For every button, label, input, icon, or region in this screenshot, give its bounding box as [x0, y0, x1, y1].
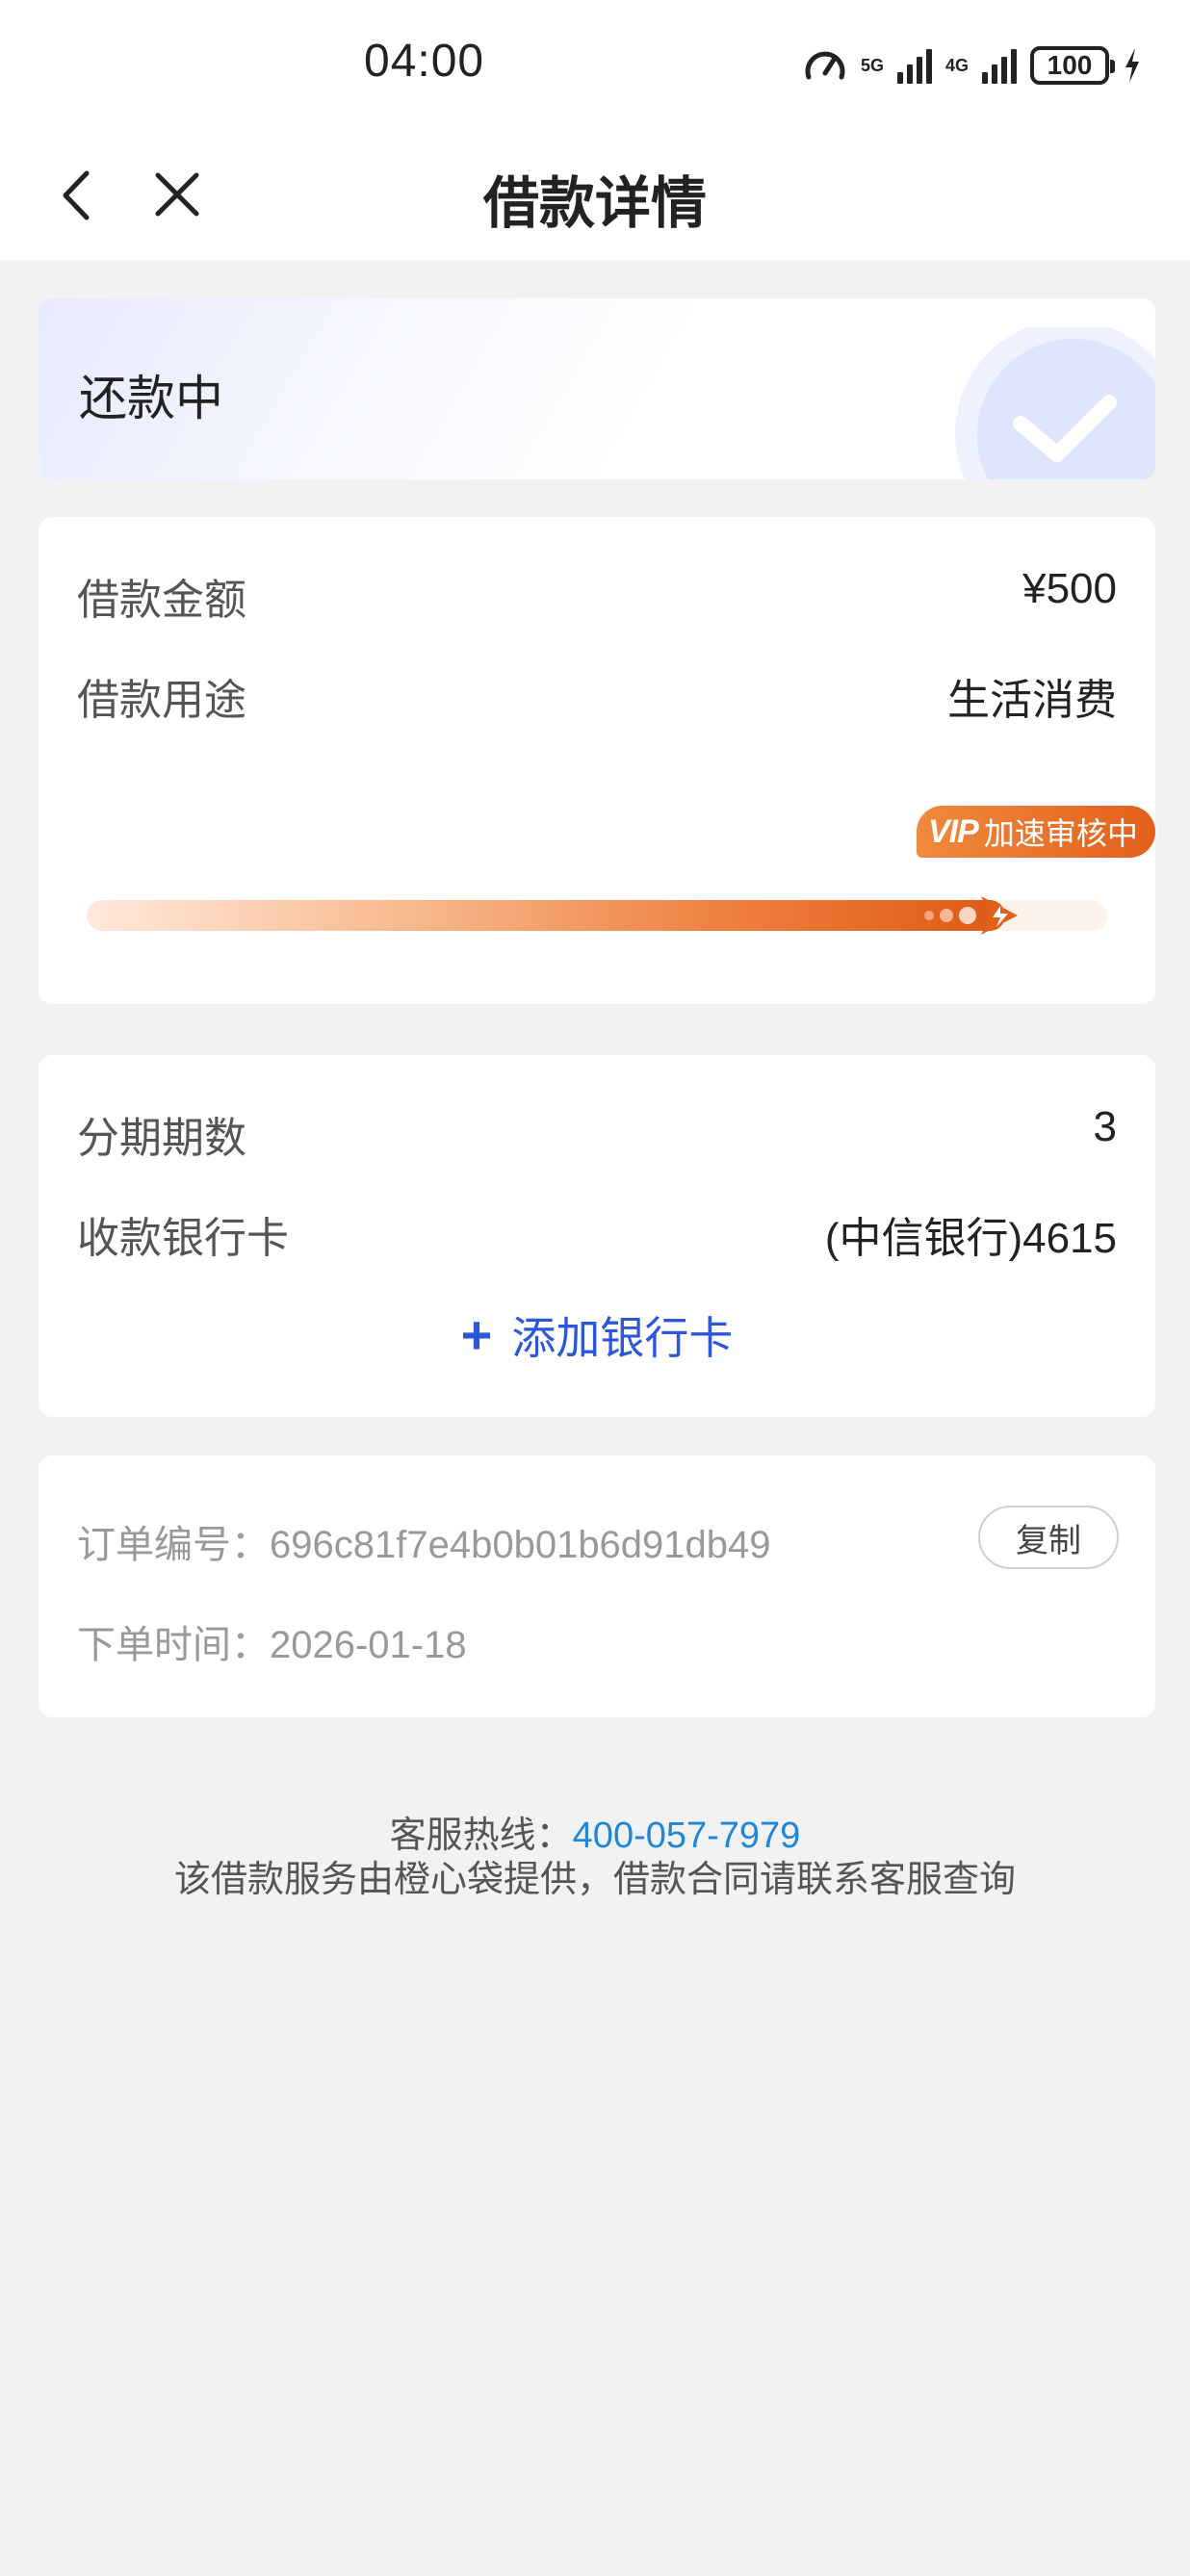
loan-amount-row: 借款金额 ¥500: [77, 565, 1117, 627]
footer: 客服热线：400-057-7979 该借款服务由橙心袋提供，借款合同请联系客服查…: [0, 1814, 1190, 1902]
status-time: 04:00: [364, 36, 485, 87]
loan-info-card: 借款金额 ¥500 借款用途 生活消费 VIP 加速审核中: [39, 517, 1155, 1004]
rocket-icon: [924, 896, 1018, 935]
status-bar: 04:00 5G 4G 100: [0, 0, 1190, 135]
add-bank-card-button[interactable]: + 添加银行卡: [39, 1303, 1155, 1367]
status-icons: 5G 4G 100: [803, 42, 1142, 89]
hotline-line: 客服热线：400-057-7979: [0, 1814, 1190, 1858]
vip-badge-text: 加速审核中: [983, 816, 1138, 851]
bank-card-value: (中信银行)4615: [824, 1215, 1117, 1262]
progress-fill: [87, 900, 1005, 931]
periods-row: 分期期数 3: [77, 1103, 1117, 1165]
battery-icon: 100: [1030, 46, 1115, 85]
add-bank-card-label: 添加银行卡: [511, 1313, 734, 1363]
network-label-4g: 4G: [944, 56, 969, 75]
loan-amount-value: ¥500: [1022, 565, 1117, 612]
signal-icon: [896, 47, 932, 84]
hotline-label: 客服热线：: [389, 1816, 573, 1856]
order-time-label: 下单时间：: [77, 1624, 270, 1666]
check-circle-icon: [955, 327, 1155, 479]
bank-card-row: 收款银行卡 (中信银行)4615: [77, 1203, 1117, 1265]
review-progress: VIP 加速审核中: [87, 806, 1155, 935]
order-number-value: 696c81f7e4b0b01b6d91db49: [270, 1524, 771, 1566]
loan-purpose-value: 生活消费: [947, 677, 1117, 724]
page-title: 借款详情: [482, 172, 707, 235]
loan-purpose-row: 借款用途 生活消费: [77, 665, 1117, 727]
loan-status-text: 还款中: [79, 372, 223, 425]
service-note: 该借款服务由橙心袋提供，借款合同请联系客服查询: [173, 1860, 1016, 1900]
order-number-label: 订单编号：: [77, 1524, 270, 1566]
order-time-row: 下单时间：2026-01-18: [77, 1613, 467, 1669]
copy-button[interactable]: 复制: [978, 1506, 1119, 1569]
hotline-number-link[interactable]: 400-057-7979: [573, 1816, 801, 1856]
vip-mark: VIP: [928, 812, 979, 850]
vip-review-badge: VIP 加速审核中: [917, 806, 1155, 858]
charging-icon: [1125, 48, 1139, 83]
plus-icon: +: [460, 1304, 493, 1365]
loan-purpose-label: 借款用途: [77, 677, 246, 724]
signal-icon: [982, 47, 1017, 84]
loan-amount-label: 借款金额: [77, 577, 246, 624]
nav-bar: 借款详情: [0, 135, 1190, 260]
network-label-5g: 5G: [860, 56, 884, 75]
periods-value: 3: [1093, 1103, 1117, 1150]
bank-card-label: 收款银行卡: [77, 1215, 289, 1262]
order-number-row: 订单编号：696c81f7e4b0b01b6d91db49: [77, 1513, 771, 1569]
order-time-value: 2026-01-18: [270, 1624, 467, 1666]
order-info-card: 订单编号：696c81f7e4b0b01b6d91db49 复制 下单时间：20…: [39, 1455, 1155, 1717]
loan-status-card: 还款中: [39, 298, 1155, 479]
installment-card: 分期期数 3 收款银行卡 (中信银行)4615 + 添加银行卡: [39, 1055, 1155, 1417]
speed-icon: [805, 51, 845, 80]
periods-label: 分期期数: [77, 1115, 246, 1162]
